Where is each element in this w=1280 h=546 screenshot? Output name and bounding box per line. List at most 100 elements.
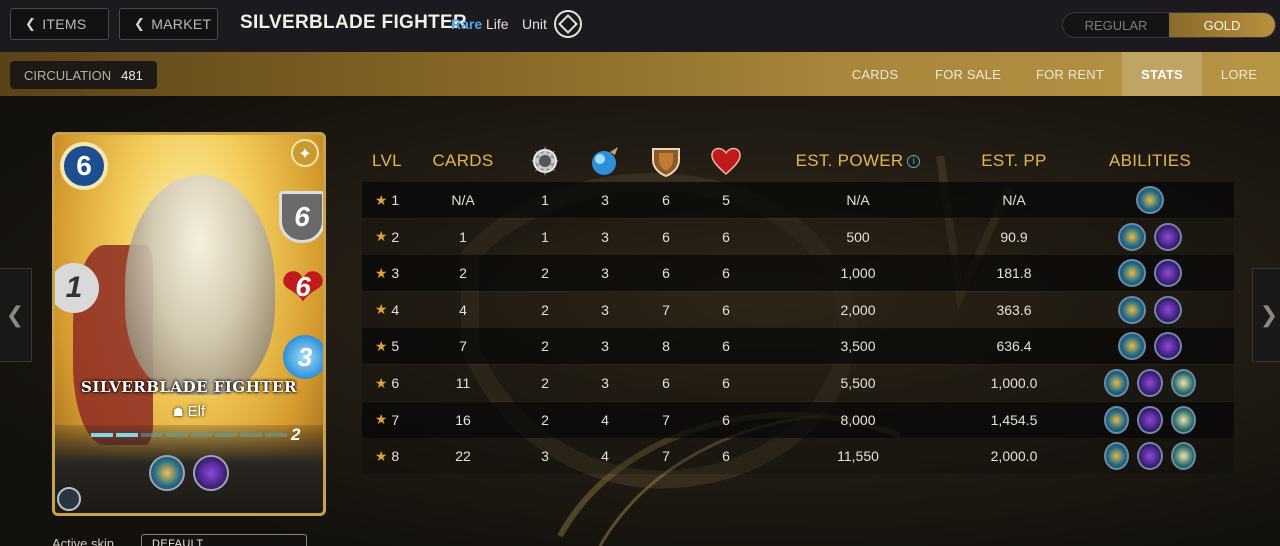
table-row: ★ 3 2 2 3 6 6 1,000 181.8	[362, 255, 1234, 292]
cell-health-value: 6	[722, 301, 730, 318]
star-icon: ★	[374, 447, 388, 464]
items-button[interactable]: ❮ ITEMS	[10, 8, 109, 40]
chevron-left-icon: ❮	[5, 302, 25, 328]
cell-health-value: 6	[722, 228, 730, 245]
cell-cards: 16	[428, 402, 498, 438]
ability-icon[interactable]	[1170, 442, 1196, 471]
cell-health: 6	[709, 365, 743, 401]
cell-cards: 7	[428, 328, 498, 364]
ability-icon[interactable]	[1154, 222, 1182, 251]
ability-icon[interactable]	[193, 455, 229, 491]
cell-power-value: N/A	[846, 192, 870, 208]
xp-segment	[140, 433, 163, 437]
cell-armor-value: 7	[662, 411, 670, 428]
cell-lvl-value: 3	[391, 265, 400, 282]
cell-health-value: 6	[722, 265, 730, 282]
tab-cards[interactable]: CARDS	[838, 52, 912, 96]
cell-armor: 7	[649, 438, 683, 474]
tab-stats[interactable]: STATS	[1122, 52, 1202, 96]
cell-armor-value: 6	[662, 192, 670, 208]
edition-icon	[57, 487, 81, 511]
rarity-label: Rare	[451, 16, 483, 32]
top-bar: ❮ ITEMS ❮ MARKET SILVERBLADE FIGHTER Rar…	[0, 0, 1280, 52]
ability-icon[interactable]	[1137, 369, 1163, 397]
cell-lvl: ★ 8	[362, 438, 412, 474]
cell-lvl-value: 5	[391, 338, 400, 355]
armor-icon	[652, 148, 680, 178]
cell-health-value: 6	[722, 411, 730, 428]
card-race: ☗ Elf	[55, 403, 323, 420]
table-row: ★ 4 4 2 3 7 6 2,000 363.6	[362, 291, 1234, 328]
cell-power-value: 5,500	[840, 375, 876, 391]
xp-segment	[91, 433, 113, 437]
ability-icon[interactable]	[1118, 222, 1146, 251]
star-icon: ★	[374, 374, 388, 391]
star-icon: ★	[374, 264, 388, 281]
cell-melee-value: 2	[541, 338, 549, 355]
circulation-label: CIRCULATION	[24, 67, 112, 83]
cell-melee: 3	[528, 438, 562, 474]
card-art-character	[125, 175, 275, 395]
cell-power-value: 2,000	[840, 301, 876, 318]
ability-icon[interactable]	[1137, 405, 1163, 434]
previous-card-button[interactable]: ❮	[0, 268, 32, 362]
ability-icon[interactable]	[1104, 405, 1130, 434]
ability-icon[interactable]	[1154, 332, 1182, 361]
stats-table-header: LVL CARDS EST. POWER i EST. PP ABILITIES	[362, 140, 1234, 182]
cell-melee-value: 1	[541, 192, 549, 208]
cell-power-value: 11,550	[837, 448, 879, 465]
cell-melee: 2	[528, 328, 562, 364]
ability-icon[interactable]	[1137, 442, 1163, 471]
card-type-label: Unit	[522, 16, 547, 32]
cell-cards: 4	[428, 292, 498, 328]
cell-melee-value: 2	[541, 301, 549, 318]
ability-icon[interactable]	[1104, 442, 1130, 471]
race-icon: ☗	[172, 405, 184, 419]
cell-power: 2,000	[788, 292, 928, 328]
header-est-power-label: EST. POWER	[795, 151, 904, 170]
active-skin-select[interactable]: DEFAULT	[141, 534, 307, 546]
cell-armor: 7	[649, 402, 683, 438]
card-level: 2	[291, 425, 301, 444]
ability-icon[interactable]	[1154, 259, 1182, 288]
ability-icon[interactable]	[1136, 186, 1164, 214]
cell-pp-value: 1,454.5	[990, 411, 1038, 428]
melee-attack-icon	[531, 146, 559, 176]
cell-lvl-value: 1	[391, 192, 400, 208]
tab-for-sale[interactable]: FOR SALE	[926, 52, 1010, 96]
star-icon: ★	[374, 411, 388, 428]
header-cards: CARDS	[432, 151, 494, 170]
star-icon: ★	[374, 191, 388, 208]
cell-magic: 3	[588, 328, 622, 364]
regular-toggle-button[interactable]: REGULAR	[1063, 13, 1169, 37]
tab-lore[interactable]: LORE	[1208, 52, 1270, 96]
ability-icon[interactable]	[1170, 369, 1196, 397]
cell-melee: 2	[528, 255, 562, 291]
tab-for-rent[interactable]: FOR RENT	[1028, 52, 1112, 96]
cell-lvl: ★ 7	[362, 402, 412, 438]
items-button-label: ITEMS	[42, 16, 87, 32]
ability-icon[interactable]	[1118, 259, 1146, 288]
ability-icon[interactable]	[149, 455, 185, 491]
cell-power: N/A	[788, 182, 928, 218]
cell-melee: 2	[528, 292, 562, 328]
gold-toggle-button[interactable]: GOLD	[1169, 13, 1275, 37]
cell-health-value: 6	[722, 448, 730, 465]
ability-icon[interactable]	[1104, 369, 1130, 397]
ability-icon[interactable]	[1170, 405, 1196, 434]
next-card-button[interactable]: ❯	[1252, 268, 1280, 362]
xp-segment	[265, 433, 287, 437]
ability-icon[interactable]	[1154, 295, 1182, 324]
health-value: 6	[295, 271, 311, 302]
ability-icon[interactable]	[1118, 332, 1146, 361]
info-icon[interactable]: i	[907, 154, 921, 168]
cell-abilities	[1100, 219, 1200, 255]
cell-armor: 8	[649, 328, 683, 364]
market-button[interactable]: ❮ MARKET	[119, 8, 218, 40]
table-row: ★ 2 1 1 3 6 6 500 90.9	[362, 218, 1234, 255]
ability-icon[interactable]	[1118, 295, 1146, 324]
health-stat: 6	[279, 256, 323, 319]
xp-segment	[115, 433, 138, 437]
cell-cards-value: 22	[455, 448, 471, 465]
cell-armor-value: 6	[662, 228, 670, 245]
